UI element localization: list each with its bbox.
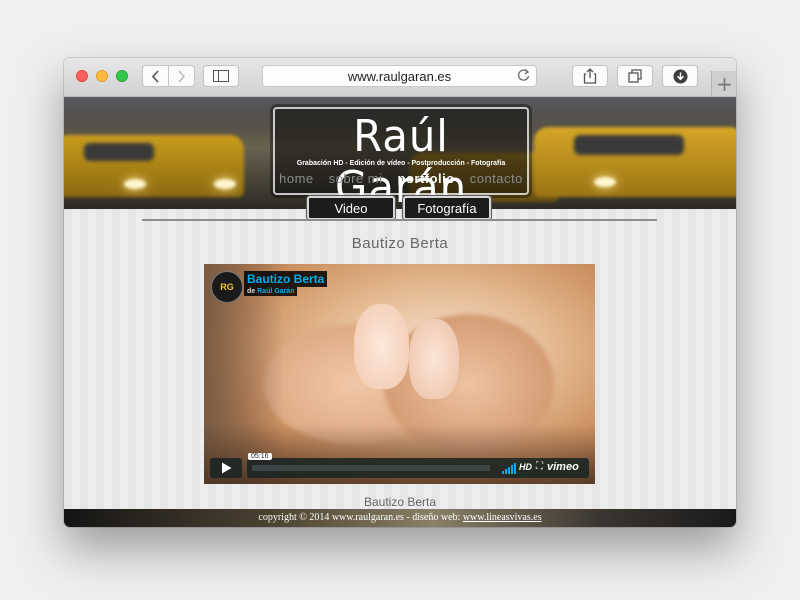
minimize-window-button[interactable] <box>96 70 108 82</box>
timecode: 05:16 <box>248 453 272 460</box>
site-logo-box: Raúl Garán Grabación HD - Edición de víd… <box>273 107 529 209</box>
reload-icon <box>517 69 530 81</box>
menu-item-contacto[interactable]: contacto <box>470 171 523 186</box>
header-banner: Raúl Garán Grabación HD - Edición de víd… <box>64 97 736 209</box>
forward-button[interactable] <box>168 65 195 87</box>
new-tab-button[interactable]: + <box>711 71 736 96</box>
url-text: www.raulgaran.es <box>347 69 452 84</box>
chevron-left-icon <box>151 69 159 83</box>
site-footer: copyright © 2014 www.raulgaran.es - dise… <box>64 509 736 527</box>
fullscreen-icon[interactable]: ⛶ <box>536 461 543 472</box>
video-caption: Bautizo Berta <box>363 495 437 509</box>
video-byline: de Raúl Garán <box>244 287 298 296</box>
footer-text: copyright © 2014 www.raulgaran.es - dise… <box>258 512 463 523</box>
main-menu: home sobre mi portfolio contacto <box>275 171 527 186</box>
byline-prefix: de <box>247 288 256 295</box>
tabs-icon <box>627 69 642 83</box>
volume-icon[interactable] <box>502 463 516 474</box>
footer-designer-link[interactable]: www.lineasvivas.es <box>463 512 542 523</box>
zoom-window-button[interactable] <box>116 70 128 82</box>
menu-item-sobre-mi[interactable]: sobre mi <box>329 171 383 186</box>
video-title-link[interactable]: Bautizo Berta <box>244 271 328 287</box>
sidebar-button[interactable] <box>203 65 239 87</box>
hd-button[interactable]: HD <box>519 462 532 472</box>
divider <box>142 219 657 221</box>
chevron-right-icon <box>178 69 186 83</box>
play-icon <box>221 462 231 474</box>
play-button[interactable] <box>210 458 242 478</box>
tab-fotografia[interactable]: Fotografía <box>403 196 491 220</box>
channel-avatar[interactable]: RG <box>211 271 243 303</box>
vimeo-logo[interactable]: vimeo <box>547 461 579 473</box>
back-button[interactable] <box>142 65 169 87</box>
video-thumbnail-baby-foot <box>409 319 459 399</box>
sidebar-icon <box>213 70 229 82</box>
share-button[interactable] <box>572 65 608 87</box>
player-bar: 05:16 HD ⛶ vimeo <box>247 453 589 478</box>
show-tabs-button[interactable] <box>617 65 653 87</box>
video-player[interactable]: RG Bautizo Berta de Raúl Garán 05:16 HD <box>204 264 595 484</box>
download-icon <box>673 69 687 83</box>
menu-item-portfolio[interactable]: portfolio <box>398 171 455 186</box>
author-link[interactable]: Raúl Garán <box>257 288 294 295</box>
browser-window: www.raulgaran.es + Raúl Garán Grabación … <box>64 58 736 527</box>
site-tagline: Grabación HD - Edición de vídeo - Postpr… <box>296 160 506 167</box>
banner-taxi-left <box>64 135 244 197</box>
web-page: Raúl Garán Grabación HD - Edición de víd… <box>64 97 736 527</box>
player-controls: 05:16 HD ⛶ vimeo <box>210 453 589 478</box>
tab-video[interactable]: Video <box>307 196 395 220</box>
banner-taxi-right <box>534 127 736 197</box>
close-window-button[interactable] <box>76 70 88 82</box>
video-thumbnail-baby-foot <box>354 304 409 389</box>
address-bar[interactable]: www.raulgaran.es <box>262 65 537 87</box>
share-icon <box>583 68 597 84</box>
reload-button[interactable] <box>517 68 530 87</box>
video-heading: Bautizo Berta <box>351 235 449 252</box>
menu-item-home[interactable]: home <box>279 171 314 186</box>
progress-track[interactable]: 05:16 <box>248 453 490 471</box>
browser-toolbar: www.raulgaran.es + <box>64 58 736 97</box>
downloads-button[interactable] <box>662 65 698 87</box>
